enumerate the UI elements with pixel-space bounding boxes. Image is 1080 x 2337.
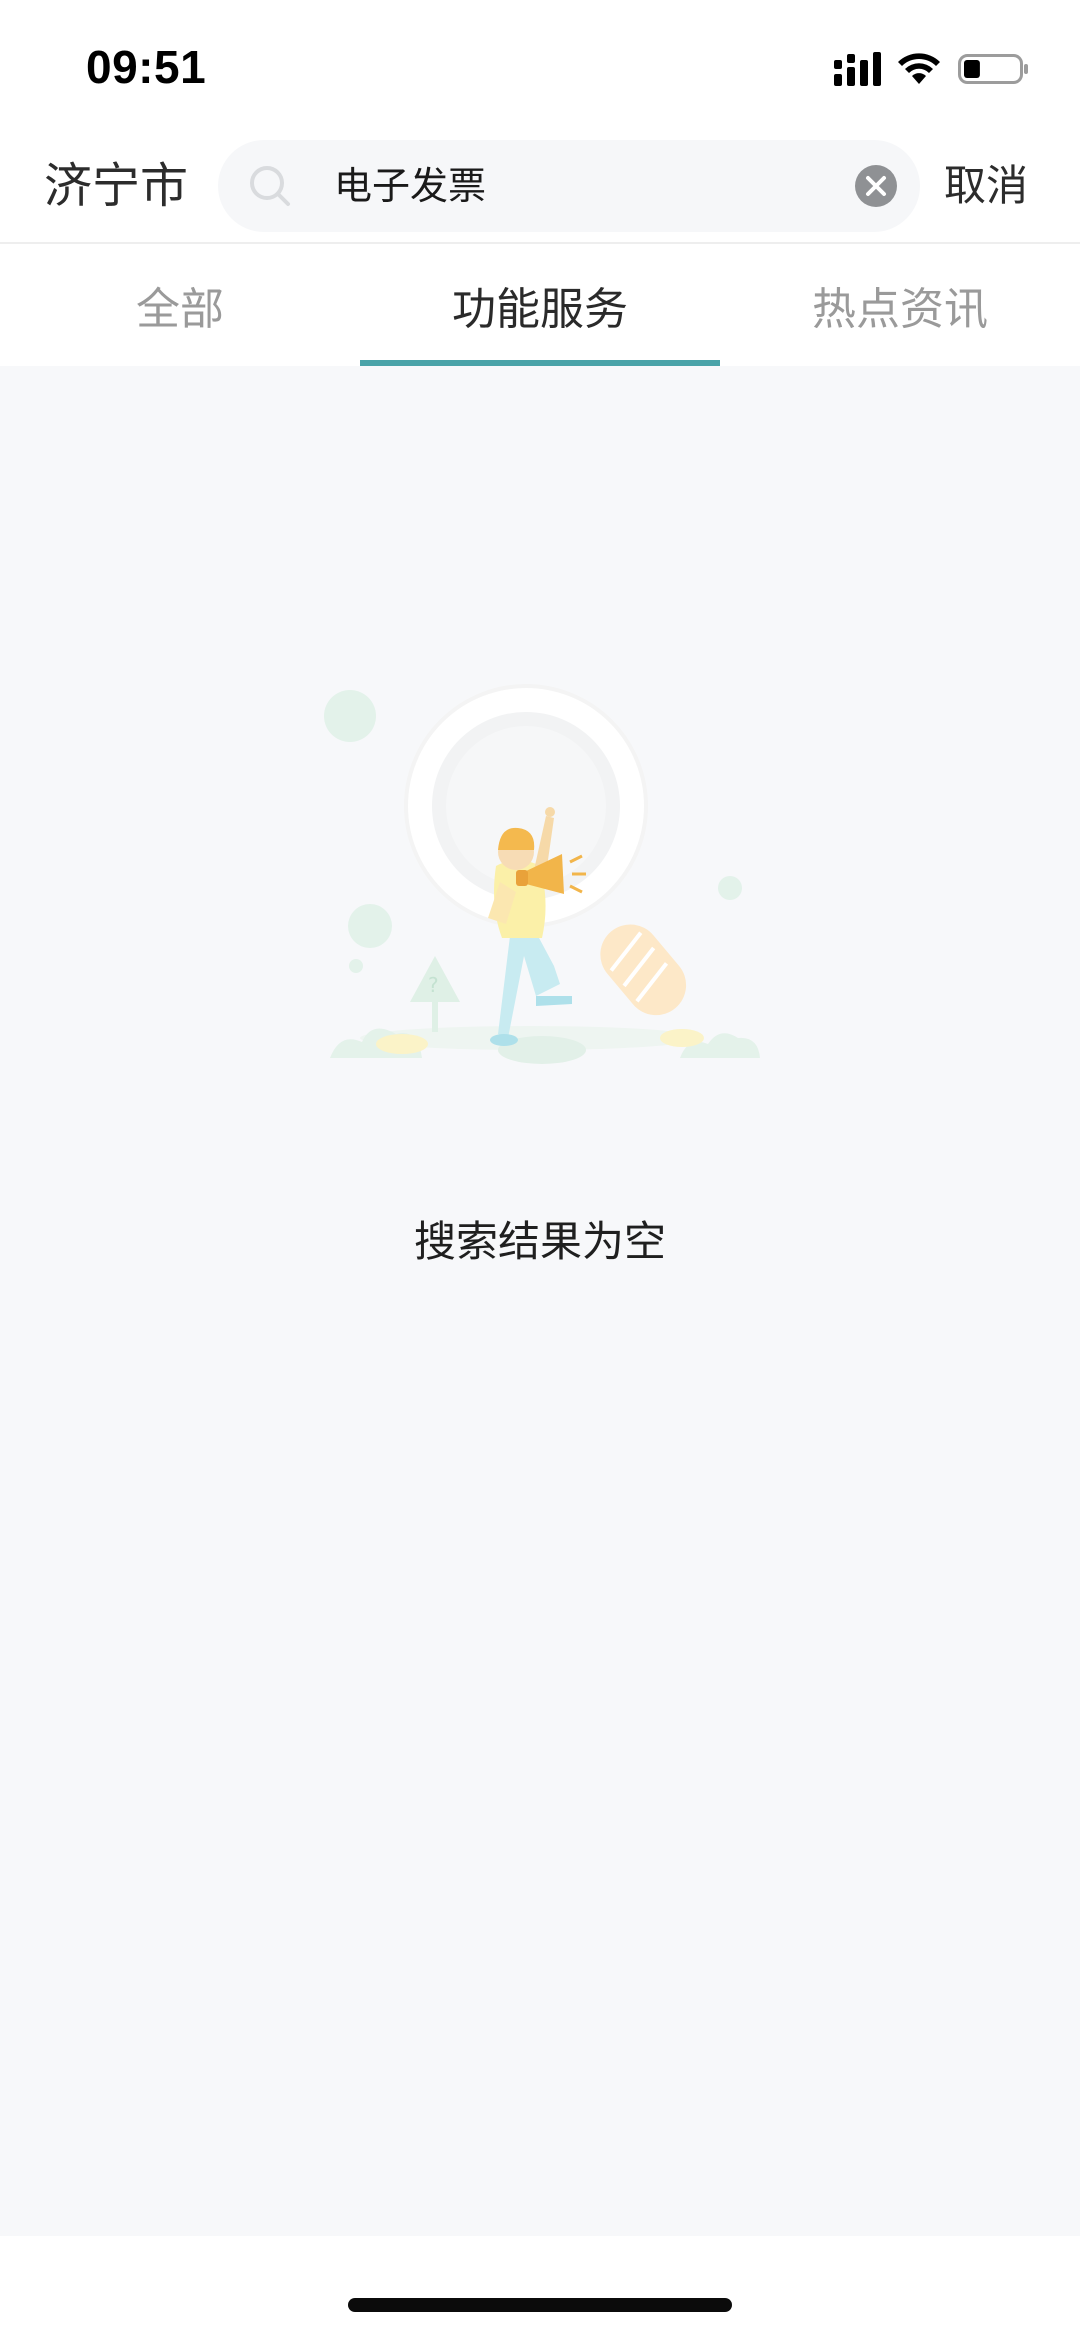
wifi-icon bbox=[898, 53, 940, 84]
tab-bar: 全部 功能服务 热点资讯 bbox=[0, 244, 1080, 366]
status-icons bbox=[834, 48, 1030, 90]
cellular-signal-icon bbox=[834, 52, 881, 86]
search-icon bbox=[250, 166, 290, 206]
city-selector[interactable]: 济宁市 bbox=[44, 156, 188, 216]
empty-search-illustration: ? bbox=[324, 684, 760, 1064]
cancel-button[interactable]: 取消 bbox=[944, 156, 1028, 216]
tab-function-services[interactable]: 功能服务 bbox=[360, 244, 720, 366]
status-time: 09:51 bbox=[86, 41, 207, 93]
clear-icon[interactable] bbox=[854, 164, 898, 208]
search-input[interactable] bbox=[334, 140, 814, 232]
search-header: 济宁市 取消 bbox=[0, 130, 1080, 242]
tab-label: 热点资讯 bbox=[812, 284, 988, 335]
search-box[interactable] bbox=[218, 140, 920, 232]
home-bar bbox=[0, 2236, 1080, 2337]
home-indicator[interactable] bbox=[348, 2298, 732, 2312]
tab-label: 全部 bbox=[136, 284, 224, 335]
tab-hot-news[interactable]: 热点资讯 bbox=[720, 244, 1080, 366]
tab-all[interactable]: 全部 bbox=[0, 244, 360, 366]
status-bar: 09:51 bbox=[0, 0, 1080, 130]
battery-icon bbox=[958, 54, 1028, 84]
tab-label: 功能服务 bbox=[452, 284, 628, 335]
app-screen: 09:51 济宁市 电子发票 取消 全部 功能服务 热点资讯 ? 搜索结果为空 bbox=[0, 0, 1080, 2337]
empty-results-message: 搜索结果为空 bbox=[413, 1217, 666, 1266]
results-area: ? 搜索结果为空 bbox=[0, 366, 1080, 2236]
svg-text:?: ? bbox=[428, 973, 439, 997]
